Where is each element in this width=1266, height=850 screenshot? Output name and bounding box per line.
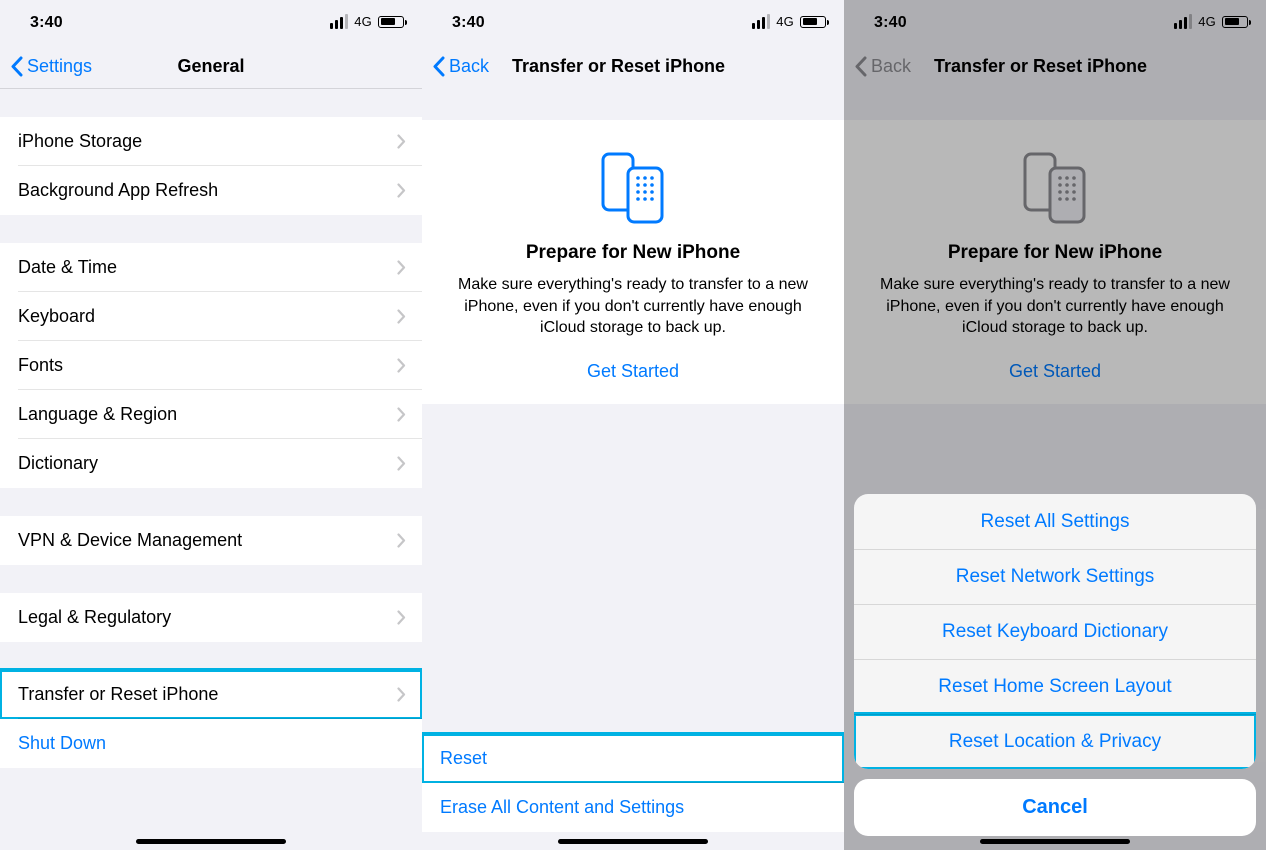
back-button[interactable]: Back: [432, 44, 489, 88]
back-button[interactable]: Settings: [10, 44, 92, 88]
back-label: Back: [449, 56, 489, 77]
nav-bar: Settings General: [0, 44, 422, 88]
row-dictionary[interactable]: Dictionary: [0, 439, 422, 488]
row-fonts[interactable]: Fonts: [0, 341, 422, 390]
row-date-time[interactable]: Date & Time: [0, 243, 422, 292]
row-transfer-reset[interactable]: Transfer or Reset iPhone: [0, 670, 422, 719]
reset-network-settings[interactable]: Reset Network Settings: [854, 549, 1256, 604]
row-label: VPN & Device Management: [18, 530, 397, 551]
signal-icon: [330, 14, 348, 29]
row-label: Shut Down: [18, 733, 406, 754]
reset-location-privacy[interactable]: Reset Location & Privacy: [854, 714, 1256, 769]
screen-general: 3:40 4G Settings General iPhone Storage: [0, 0, 422, 850]
row-label: Keyboard: [18, 306, 397, 327]
row-label: Erase All Content and Settings: [440, 797, 828, 818]
chevron-right-icon: [397, 610, 406, 625]
action-sheet: Reset All Settings Reset Network Setting…: [854, 494, 1256, 836]
row-vpn[interactable]: VPN & Device Management: [0, 516, 422, 565]
row-shut-down[interactable]: Shut Down: [0, 719, 422, 768]
row-iphone-storage[interactable]: iPhone Storage: [0, 117, 422, 166]
erase-button[interactable]: Erase All Content and Settings: [422, 783, 844, 832]
chevron-right-icon: [397, 358, 406, 373]
chevron-right-icon: [397, 183, 406, 198]
nav-title: Transfer or Reset iPhone: [512, 56, 725, 77]
nav-bar: Back Transfer or Reset iPhone: [422, 44, 844, 88]
battery-icon: [378, 16, 404, 28]
hero-body: Make sure everything's ready to transfer…: [444, 274, 822, 339]
reset-keyboard-dictionary[interactable]: Reset Keyboard Dictionary: [854, 604, 1256, 659]
signal-icon: [752, 14, 770, 29]
home-indicator[interactable]: [980, 839, 1130, 844]
chevron-right-icon: [397, 533, 406, 548]
row-label: Date & Time: [18, 257, 397, 278]
nav-title: General: [177, 56, 244, 77]
row-label: Fonts: [18, 355, 397, 376]
battery-icon: [800, 16, 826, 28]
status-time: 3:40: [30, 14, 63, 32]
row-label: iPhone Storage: [18, 131, 397, 152]
status-icons: 4G: [330, 14, 404, 29]
chevron-right-icon: [397, 407, 406, 422]
chevron-right-icon: [397, 260, 406, 275]
hero-heading: Prepare for New iPhone: [444, 242, 822, 264]
status-time: 3:40: [452, 14, 485, 32]
chevron-left-icon: [432, 56, 445, 77]
chevron-right-icon: [397, 309, 406, 324]
row-legal[interactable]: Legal & Regulatory: [0, 593, 422, 642]
row-label: Dictionary: [18, 453, 397, 474]
network-label: 4G: [354, 14, 372, 29]
chevron-right-icon: [397, 134, 406, 149]
back-label: Settings: [27, 56, 92, 77]
status-icons: 4G: [752, 14, 826, 29]
row-label: Background App Refresh: [18, 180, 397, 201]
screen-reset-options: 3:40 4G Back Transfer or Reset iPhone: [844, 0, 1266, 850]
row-label: Reset: [440, 748, 828, 769]
prepare-hero: Prepare for New iPhone Make sure everyth…: [422, 120, 844, 404]
devices-icon: [444, 150, 822, 226]
row-language-region[interactable]: Language & Region: [0, 390, 422, 439]
status-bar: 3:40 4G: [0, 0, 422, 44]
screen-transfer-reset: 3:40 4G Back Transfer or Reset iPhone: [422, 0, 844, 850]
status-bar: 3:40 4G: [422, 0, 844, 44]
reset-all-settings[interactable]: Reset All Settings: [854, 494, 1256, 549]
row-label: Transfer or Reset iPhone: [18, 684, 397, 705]
row-label: Language & Region: [18, 404, 397, 425]
chevron-right-icon: [397, 687, 406, 702]
cancel-button[interactable]: Cancel: [854, 779, 1256, 836]
chevron-right-icon: [397, 456, 406, 471]
network-label: 4G: [776, 14, 794, 29]
row-keyboard[interactable]: Keyboard: [0, 292, 422, 341]
row-label: Legal & Regulatory: [18, 607, 397, 628]
reset-home-screen-layout[interactable]: Reset Home Screen Layout: [854, 659, 1256, 714]
get-started-link[interactable]: Get Started: [587, 361, 679, 382]
row-background-refresh[interactable]: Background App Refresh: [0, 166, 422, 215]
chevron-left-icon: [10, 56, 23, 77]
home-indicator[interactable]: [558, 839, 708, 844]
reset-button[interactable]: Reset: [422, 734, 844, 783]
home-indicator[interactable]: [136, 839, 286, 844]
